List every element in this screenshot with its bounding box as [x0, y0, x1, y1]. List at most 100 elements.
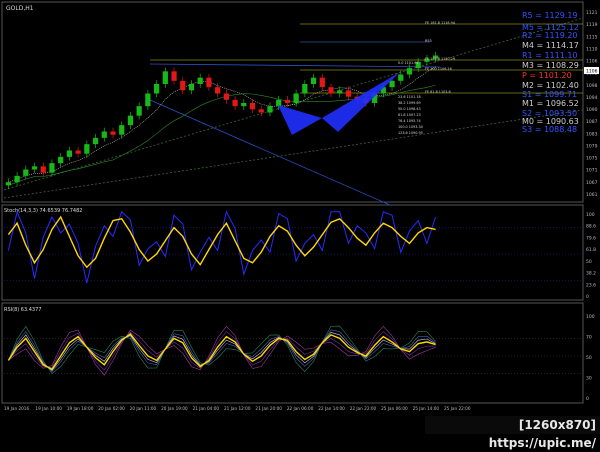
candle-body: [188, 84, 195, 91]
rsi-panel: [1, 302, 584, 404]
candle-body: [328, 87, 334, 94]
time-tick: 21 Jan 12:00: [224, 406, 251, 411]
pivot-label: M2 = 1102.40: [522, 81, 579, 90]
candle-body: [40, 166, 46, 173]
stoch-tick: 79.6: [586, 235, 596, 241]
candlesticks: [5, 51, 439, 190]
stoch-title: Stoch(14,3,3) 74.6539 76.7482: [4, 208, 82, 214]
price-tick: 1098: [586, 83, 598, 89]
time-tick: 21 Jan 04:00: [193, 406, 220, 411]
candle-body: [293, 93, 299, 103]
rsi-tick: 70: [586, 335, 592, 341]
stoch-tick: 88.6: [586, 224, 596, 230]
stoch-tick: 50: [586, 259, 592, 265]
price-tick: 1115: [586, 34, 598, 40]
candle-body: [284, 99, 291, 103]
candle-body: [206, 77, 212, 88]
stoch-tick: 0: [586, 294, 589, 300]
price-tick: 1083: [586, 131, 598, 137]
fib-label: FE 161.8 1110.29: [425, 57, 455, 61]
rsi-title: RSI(8) 63.4377: [4, 307, 41, 313]
stoch-lines: 100 88.6 79.6 61.8 50 38.2 23.6 0: [4, 210, 596, 300]
candle-body: [249, 103, 256, 110]
candle-body: [75, 150, 81, 154]
candle-body: [66, 150, 73, 157]
price-axis: 1121111911151110110611021098109410901087…: [584, 10, 599, 198]
time-tick: 25 Jan 14:00: [413, 406, 440, 411]
time-tick: 20 Jan 19:00: [161, 406, 188, 411]
rsi-tick: 0: [586, 396, 589, 402]
time-tick: 20 Jan 02:00: [98, 406, 125, 411]
current-price-label: 1106: [586, 69, 598, 75]
stoch-tick: 23.6: [586, 282, 596, 288]
time-tick: 25 Jan 06:00: [381, 406, 408, 411]
candle-body: [241, 103, 247, 107]
price-tick: 1121: [586, 10, 598, 16]
candle-body: [84, 144, 90, 154]
candle-body: [319, 77, 325, 88]
main-panel: [1, 1, 584, 203]
candle-body: [5, 182, 11, 186]
pivot-label: R5 = 1129.19: [522, 11, 578, 20]
pivot-label: M1 = 1096.52: [522, 99, 579, 108]
candle-body: [310, 77, 317, 84]
stoch-tick: 38.2: [586, 271, 596, 277]
price-tick: 1110: [586, 46, 598, 52]
rsi-tick: 50: [586, 355, 592, 361]
candle-body: [49, 163, 55, 173]
time-tick: 20 Jan 11:00: [130, 406, 157, 411]
fib-label: 123.6 1090.95: [398, 131, 423, 135]
candle-body: [110, 131, 116, 135]
pivot-label: R2 = 1119.20: [522, 31, 578, 40]
candle-body: [31, 166, 38, 170]
pattern-bcd: [322, 72, 400, 132]
candle-body: [171, 71, 177, 81]
time-tick: 19 Jan 2016: [4, 406, 29, 411]
price-tick: 1087: [586, 119, 598, 125]
watermark: [1260x870] https://upic.me/: [425, 416, 600, 450]
price-tick: 1090: [586, 107, 598, 113]
time-tick: 19 Jan 18:00: [67, 406, 94, 411]
symbol-title: GOLD,H1: [6, 5, 34, 12]
fib-label: 100.0 1093.34: [398, 125, 423, 129]
candle-body: [389, 80, 395, 88]
candle-body: [145, 93, 151, 107]
candle-body: [101, 131, 107, 138]
pattern-xab: [278, 105, 322, 135]
pivot-label: S3 = 1088.48: [522, 125, 577, 134]
price-tick: 1061: [586, 192, 598, 198]
fib-label: 76.4 1095.74: [398, 119, 421, 123]
stoch-tick: 61.8: [586, 247, 596, 253]
time-tick: 22 Jan 14:00: [318, 406, 345, 411]
chart-canvas: GOLD,H1 Stoch(14,3,3) 74.6539 76.7482 RS…: [1, 1, 599, 411]
chart-window: GOLD,H1 Stoch(14,3,3) 74.6539 76.7482 RS…: [0, 0, 600, 450]
resistance-line: [149, 63, 441, 68]
candle-body: [127, 115, 134, 126]
rsi-lines: 100 70 50 30 0: [4, 314, 595, 402]
stoch-tick: 100: [586, 212, 595, 218]
fib-label: 0.0 1101.94: [398, 61, 419, 65]
pivot-label: S1 = 1099.71: [522, 90, 577, 99]
candle-body: [406, 68, 413, 75]
candle-body: [223, 93, 229, 100]
time-tick: 22 Jan 22:00: [350, 406, 377, 411]
fib-label: FE 100 1106.16: [425, 67, 452, 71]
ma-slow: [8, 84, 436, 186]
price-tick: 1075: [586, 156, 598, 162]
candle-body: [23, 169, 29, 176]
fib-label: 23.6 1101.18: [398, 95, 421, 99]
candle-body: [14, 175, 20, 183]
pivot-labels: R5 = 1129.19M5 = 1125.12R2 = 1119.20M4 =…: [522, 11, 579, 134]
candle-body: [92, 137, 99, 145]
candle-body: [345, 90, 352, 97]
pivot-label: P = 1101.20: [522, 71, 572, 80]
rsi-tick: 30: [586, 376, 592, 382]
stoch-signal-line: [7, 210, 437, 284]
stoch-panel: [1, 204, 584, 301]
candle-body: [215, 87, 221, 94]
candle-body: [267, 106, 273, 113]
price-tick: 1106: [586, 59, 598, 65]
rsi-tick: 100: [586, 314, 595, 320]
time-tick: 25 Jan 22:00: [444, 406, 471, 411]
candle-body: [232, 99, 238, 107]
